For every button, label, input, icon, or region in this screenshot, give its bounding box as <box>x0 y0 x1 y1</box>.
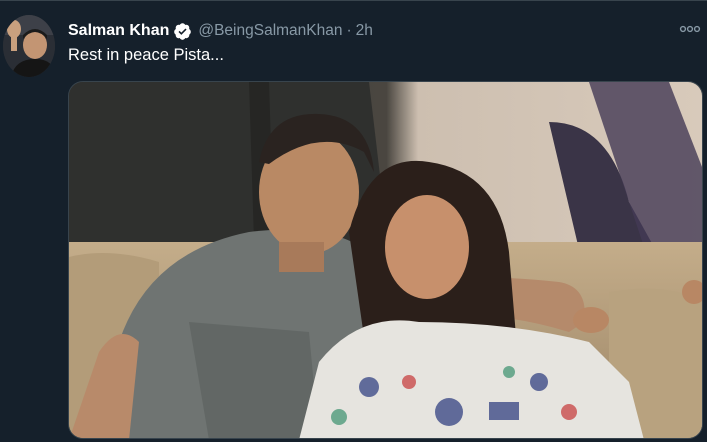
tweet-header: Salman Khan @BeingSalmanKhan · 2h <box>68 19 667 43</box>
author-avatar[interactable] <box>3 15 55 77</box>
verified-badge-icon <box>173 22 192 41</box>
more-options-icon[interactable] <box>679 21 701 37</box>
author-name[interactable]: Salman Khan <box>68 22 169 40</box>
tweet-card[interactable]: Salman Khan @BeingSalmanKhan · 2h Rest i… <box>0 0 707 442</box>
tweet-timestamp[interactable]: 2h <box>356 22 373 40</box>
author-handle[interactable]: @BeingSalmanKhan <box>198 22 342 40</box>
header-separator: · <box>346 22 352 39</box>
tweet-photo[interactable] <box>68 81 703 439</box>
tweet-text: Rest in peace Pista... <box>68 46 224 64</box>
